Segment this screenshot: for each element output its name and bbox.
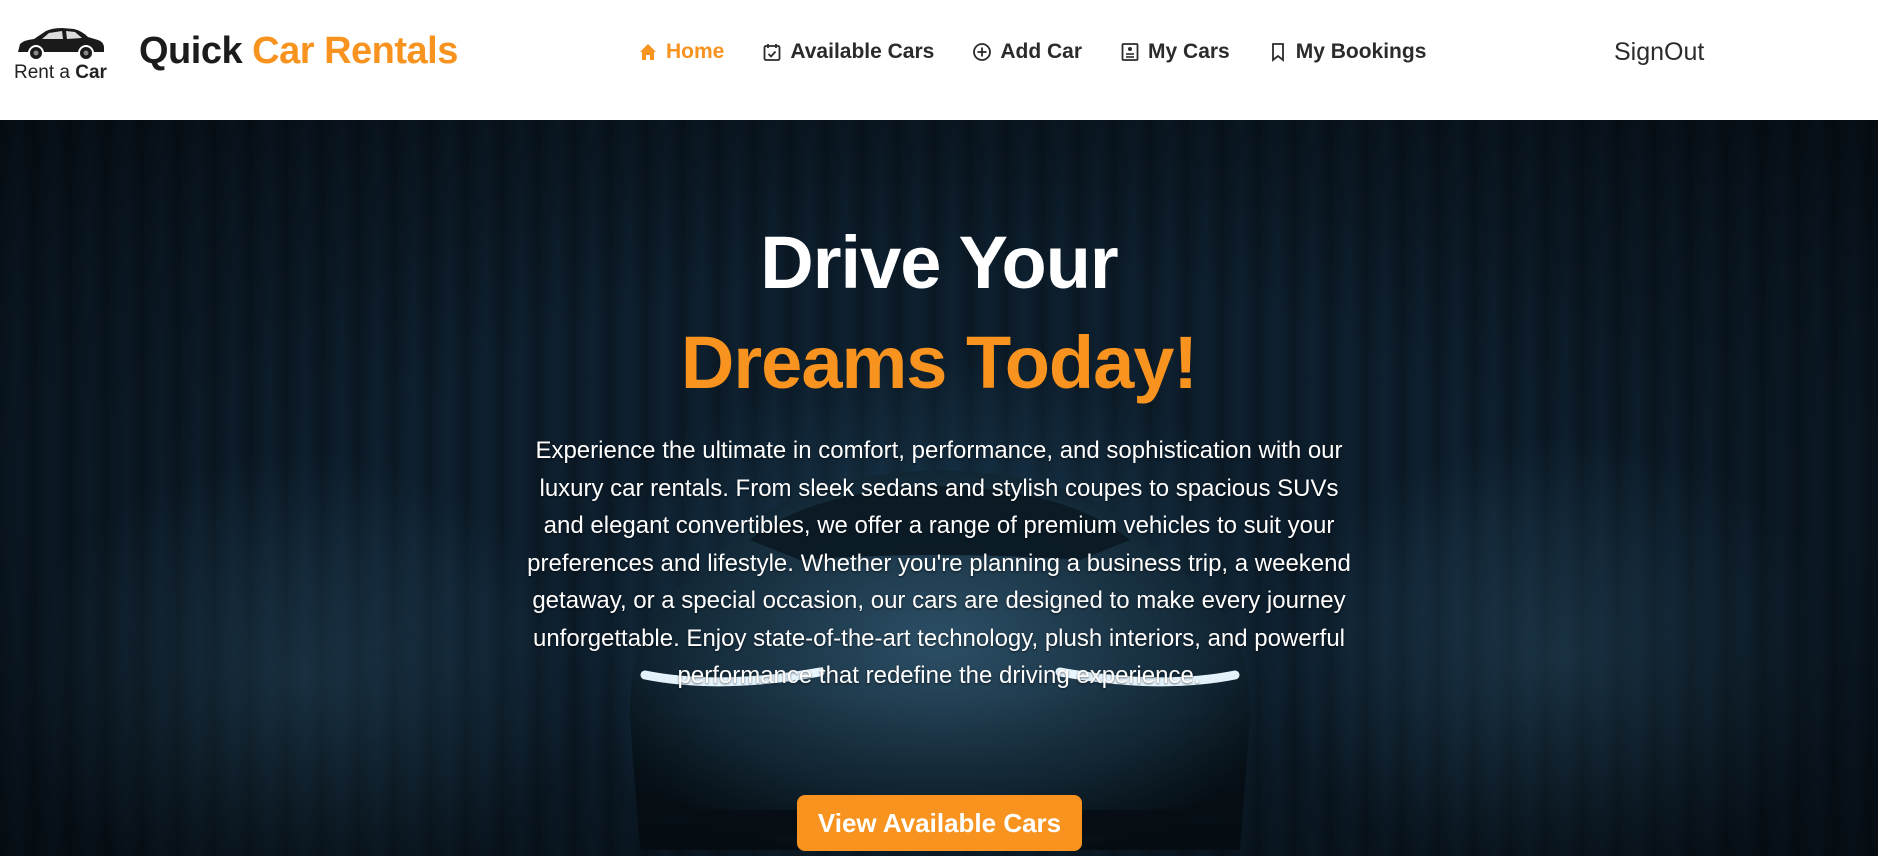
nav-item-label: Available Cars <box>790 40 935 63</box>
view-available-cars-button[interactable]: View Available Cars <box>797 795 1082 851</box>
calendar-check-icon <box>762 42 782 62</box>
nav-links: Home Available Cars Add Car My Cars My B… <box>638 40 1464 64</box>
nav-item-available-cars[interactable]: Available Cars <box>762 40 934 64</box>
hero-section: Drive Your Dreams Today! Experience the … <box>0 120 1878 856</box>
hero-description: Experience the ultimate in comfort, perf… <box>527 437 1351 689</box>
bookmark-icon <box>1268 42 1288 62</box>
nav-item-label: Home <box>666 40 725 63</box>
brand-name[interactable]: Quick Car Rentals <box>139 30 458 73</box>
nav-item-my-cars[interactable]: My Cars <box>1120 40 1230 64</box>
top-navbar: Rent a Car Quick Car Rentals Home Availa… <box>0 0 1878 120</box>
hero-title: Drive Your Dreams Today! <box>0 213 1878 413</box>
brand-name-part1: Quick <box>139 30 243 72</box>
nav-item-add-car[interactable]: Add Car <box>972 40 1082 64</box>
nav-item-label: My Bookings <box>1295 40 1427 63</box>
hero-title-line2: Dreams Today! <box>680 321 1198 404</box>
car-logo-icon <box>18 28 104 61</box>
home-icon <box>638 42 658 62</box>
document-list-icon <box>1120 42 1140 62</box>
nav-item-my-bookings[interactable]: My Bookings <box>1268 40 1427 64</box>
signout-link[interactable]: SignOut <box>1614 38 1704 67</box>
plus-circle-icon <box>972 42 992 62</box>
nav-item-label: Add Car <box>1000 40 1083 63</box>
logo-text: Rent a Car <box>14 62 107 83</box>
nav-item-home[interactable]: Home <box>638 40 724 64</box>
hero-title-line1: Drive Your <box>760 221 1118 304</box>
nav-item-label: My Cars <box>1148 40 1230 63</box>
brand-name-part2: Car Rentals <box>252 30 458 72</box>
brand-logo[interactable]: Rent a Car <box>12 22 120 86</box>
